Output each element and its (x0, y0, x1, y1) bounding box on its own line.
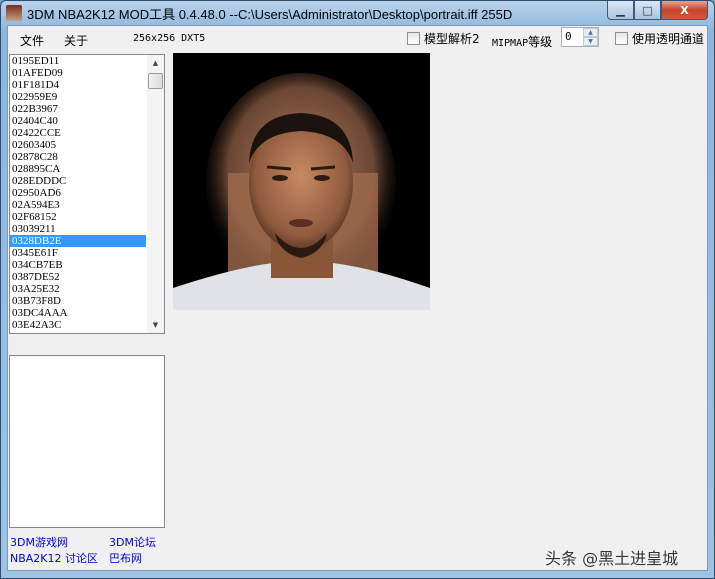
link-3dm-game[interactable]: 3DM游戏网 (10, 534, 68, 550)
link-nba2k12-forum[interactable]: NBA2K12 讨论区 (10, 550, 98, 566)
list-item[interactable]: 02422CCE (10, 127, 146, 139)
list-item[interactable]: 01F181D4 (10, 79, 146, 91)
list-item[interactable]: 028EDDDC (10, 175, 146, 187)
texture-list[interactable]: 0195ED11 01AFED09 01F181D4 022959E9 022B3967… (9, 54, 165, 334)
minimize-button[interactable]: ▁ (607, 1, 634, 20)
scroll-down-icon[interactable]: ▼ (147, 317, 164, 333)
portrait-image (173, 73, 430, 310)
alpha-channel-checkbox[interactable]: 使用透明通道 (615, 30, 704, 47)
list-item[interactable]: 03B73F8D (10, 295, 146, 307)
menu-file[interactable]: 文件 (20, 32, 44, 49)
checkbox-box[interactable] (615, 32, 628, 45)
list-item[interactable]: 022B3967 (10, 103, 146, 115)
list-item[interactable]: 02878C28 (10, 151, 146, 163)
list-item[interactable]: 0387DE52 (10, 271, 146, 283)
link-babu[interactable]: 巴布网 (109, 550, 142, 566)
window-title: 3DM NBA2K12 MOD工具 0.4.48.0 --C:\Users\Ad… (27, 7, 513, 22)
client-area: 文件 关于 256x256 DXT5 模型解析2 MIPMAP等级 0 ▲ ▼ … (7, 25, 708, 571)
list-item[interactable]: 0195ED11 (10, 55, 146, 67)
menu-about[interactable]: 关于 (64, 32, 88, 49)
checkbox-box[interactable] (407, 32, 420, 45)
scroll-thumb[interactable] (148, 73, 163, 89)
list-item[interactable]: 02F68152 (10, 211, 146, 223)
mipmap-label-latin: MIPMAP (492, 38, 529, 49)
mipmap-label-cn: 等级 (528, 35, 553, 49)
maximize-button[interactable]: □ (634, 1, 661, 20)
watermark: 头条 @黑土进皇城 (545, 549, 679, 568)
spin-up-icon[interactable]: ▲ (583, 28, 598, 37)
list-item[interactable]: 03DC4AAA (10, 307, 146, 319)
list-item[interactable]: 03E42A3C (10, 319, 146, 331)
list-item[interactable]: 0328DB2E (10, 235, 146, 247)
texture-info: 256x256 DXT5 (133, 33, 206, 44)
list-item[interactable]: 03039211 (10, 223, 146, 235)
mipmap-value[interactable]: 0 (565, 30, 572, 43)
info-panel (9, 355, 165, 528)
close-button[interactable]: X (661, 1, 708, 20)
list-item[interactable]: 0345E61F (10, 247, 146, 259)
list-item[interactable]: 022959E9 (10, 91, 146, 103)
link-3dm-forum[interactable]: 3DM论坛 (109, 534, 156, 550)
list-item[interactable]: 02A594E3 (10, 199, 146, 211)
texture-preview (173, 53, 430, 310)
app-icon (6, 5, 22, 21)
alpha-channel-label: 使用透明通道 (632, 32, 705, 46)
list-item[interactable]: 02950AD6 (10, 187, 146, 199)
list-item[interactable]: 03A25E32 (10, 283, 146, 295)
mipmap-label: MIPMAP等级 (492, 33, 552, 50)
list-item[interactable]: 01AFED09 (10, 67, 146, 79)
list-item[interactable]: 02603405 (10, 139, 146, 151)
mipmap-level-spinner[interactable]: 0 ▲ ▼ (561, 27, 599, 47)
model-parse-label: 模型解析2 (424, 32, 480, 46)
list-item[interactable]: 028895CA (10, 163, 146, 175)
list-item[interactable]: 034CB7EB (10, 259, 146, 271)
scroll-up-icon[interactable]: ▲ (147, 55, 164, 71)
spin-down-icon[interactable]: ▼ (583, 37, 598, 46)
list-scrollbar[interactable]: ▲ ▼ (147, 55, 164, 333)
list-item[interactable]: 02404C40 (10, 115, 146, 127)
model-parse-checkbox[interactable]: 模型解析2 (407, 30, 480, 47)
